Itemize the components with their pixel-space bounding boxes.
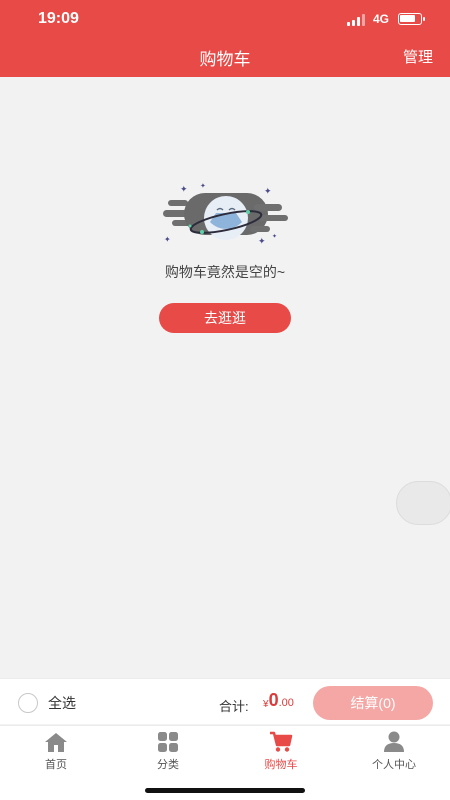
floating-assistive-button[interactable] (396, 481, 450, 525)
status-time: 19:09 (38, 10, 79, 27)
page-title: 购物车 (199, 50, 251, 69)
price-integer: 0 (268, 690, 279, 710)
tab-cart[interactable]: 购物车 (225, 731, 337, 771)
go-shopping-button[interactable]: 去逛逛 (159, 303, 291, 333)
cart-icon (270, 731, 293, 752)
svg-text:✦: ✦ (258, 236, 266, 246)
signal-icon (347, 14, 367, 26)
app-header: 19:09 4G 购物车 管理 (0, 0, 450, 77)
manage-button[interactable]: 管理 (403, 46, 433, 67)
tab-category[interactable]: 分类 (112, 731, 224, 771)
price-decimal: .00 (278, 697, 294, 709)
total-label: 合计: (219, 699, 249, 714)
tab-home-label: 首页 (45, 759, 67, 771)
tab-home[interactable]: 首页 (0, 731, 112, 771)
category-grid-icon (158, 732, 178, 752)
empty-cart-message: 购物车竟然是空的~ (164, 264, 286, 280)
tab-profile[interactable]: 个人中心 (338, 731, 450, 771)
currency-symbol: ¥ (263, 699, 269, 710)
checkout-bar: 全选 合计: ¥0.00 结算(0) (0, 678, 450, 724)
tab-cart-label: 购物车 (264, 759, 298, 771)
total-price: ¥0.00 (263, 690, 294, 711)
user-icon (384, 731, 404, 752)
checkout-button[interactable]: 结算(0) (313, 686, 433, 720)
network-label: 4G (373, 12, 390, 26)
svg-text:✦: ✦ (164, 235, 171, 244)
select-all-checkbox[interactable] (18, 693, 38, 713)
svg-text:✦: ✦ (272, 233, 277, 240)
svg-text:✦: ✦ (264, 186, 272, 196)
svg-text:✦: ✦ (200, 182, 206, 190)
svg-text:✦: ✦ (180, 184, 188, 194)
tab-profile-label: 个人中心 (372, 759, 416, 771)
battery-icon (398, 13, 425, 25)
home-icon (45, 733, 67, 752)
select-all-label[interactable]: 全选 (48, 693, 76, 713)
status-bar: 19:09 4G (0, 0, 450, 38)
home-indicator (145, 788, 305, 793)
tab-category-label: 分类 (157, 759, 179, 771)
planet-illustration-icon: ✦ ✦ ✦ ✦ ✦ ✦ (163, 182, 288, 246)
